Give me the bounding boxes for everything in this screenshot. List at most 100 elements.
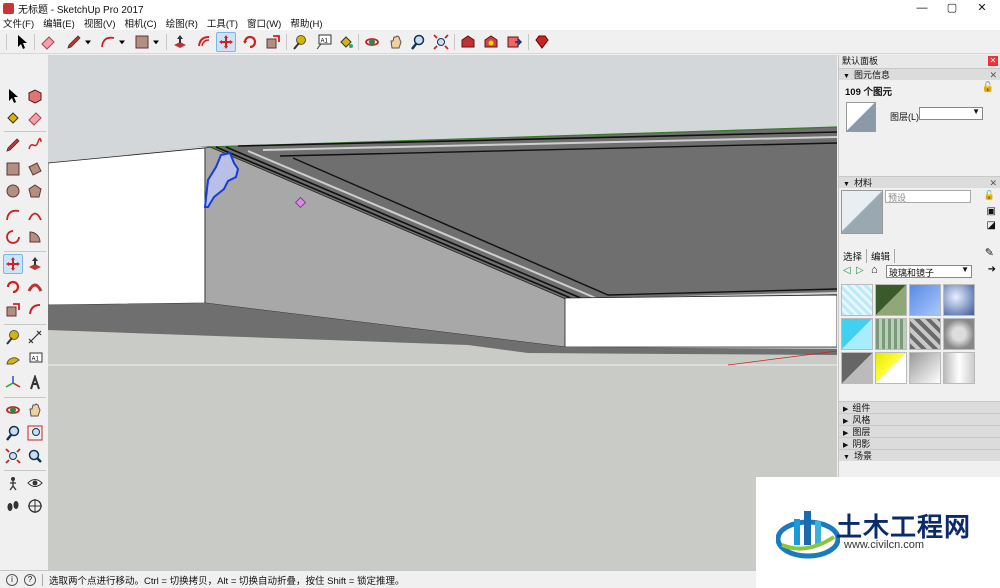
text-tool-button[interactable]: A1 [314, 32, 334, 52]
eraser-tool-button[interactable] [25, 108, 45, 128]
model-scene[interactable] [48, 55, 837, 570]
styles-header[interactable]: ▶ 风格 [839, 413, 1000, 425]
walk-tool-button[interactable] [3, 496, 23, 516]
polygon-tool-button[interactable] [25, 181, 45, 201]
axes-tool-button[interactable] [3, 373, 23, 393]
material-swatch[interactable] [841, 318, 873, 350]
select-tool-button[interactable] [3, 86, 23, 106]
maximize-button[interactable]: ▢ [935, 0, 969, 16]
menu-help[interactable]: 帮助(H) [290, 16, 322, 30]
extension-warehouse-button[interactable] [481, 32, 501, 52]
help-icon[interactable]: ? [24, 573, 36, 586]
pencil-tool-button[interactable] [64, 32, 84, 52]
minimize-button[interactable]: — [905, 0, 939, 16]
modeling-viewport[interactable] [48, 55, 837, 570]
default-material-icon[interactable]: ◪ [987, 220, 996, 231]
follow-me-button[interactable] [25, 277, 45, 297]
home-icon[interactable]: ⌂ [871, 264, 878, 276]
rotate-tool-button[interactable] [240, 32, 260, 52]
look-around-button[interactable] [25, 473, 45, 493]
material-swatch[interactable] [909, 318, 941, 350]
material-swatch[interactable] [841, 352, 873, 384]
menu-camera[interactable]: 相机(C) [124, 16, 156, 30]
2point-arc-button[interactable] [25, 205, 45, 225]
material-swatch[interactable] [875, 284, 907, 316]
circle-tool-button[interactable] [3, 181, 23, 201]
zoom-extents-button[interactable] [3, 446, 23, 466]
text-tool-button[interactable]: A1 [25, 350, 45, 370]
pie-tool-button[interactable] [25, 227, 45, 247]
details-arrow-icon[interactable]: ➜ [988, 264, 996, 275]
tape-measure-button[interactable] [290, 32, 310, 52]
menu-tools[interactable]: 工具(T) [207, 16, 238, 30]
section-plane-button[interactable] [25, 496, 45, 516]
pushpull-tool-button[interactable] [25, 254, 45, 274]
rotate-tool-button[interactable] [3, 277, 23, 297]
shadows-header[interactable]: ▶ 阴影 [839, 437, 1000, 449]
material-swatch[interactable] [943, 318, 975, 350]
pin-icon[interactable]: 🔓 [982, 82, 994, 93]
select-tool-button[interactable] [12, 32, 32, 52]
material-library-select[interactable]: 玻璃和镜子 ▼ [886, 265, 972, 278]
dimension-tool-button[interactable] [25, 327, 45, 347]
eraser-tool-button[interactable] [38, 32, 58, 52]
offset-tool-button[interactable] [25, 300, 45, 320]
material-swatch[interactable] [909, 284, 941, 316]
arc-tool-button[interactable] [3, 205, 23, 225]
tab-edit[interactable]: 编辑 [871, 249, 896, 263]
close-button[interactable]: ✕ [965, 0, 999, 16]
rectangle-tool-button[interactable] [3, 159, 23, 179]
scale-tool-button[interactable] [3, 300, 23, 320]
pushpull-tool-button[interactable] [170, 32, 190, 52]
pin-icon[interactable]: 🔓 [984, 190, 995, 201]
paint-bucket-button[interactable] [3, 108, 23, 128]
entity-info-header[interactable]: ▼ 图元信息 ✕ [839, 68, 1000, 80]
material-swatch[interactable] [909, 352, 941, 384]
material-swatch[interactable] [841, 284, 873, 316]
forward-arrow-icon[interactable]: ▷ [856, 265, 864, 276]
zoom-window-button[interactable] [25, 423, 45, 443]
move-tool-button[interactable] [216, 32, 236, 52]
shape-dropdown-button[interactable] [150, 32, 162, 52]
arc-dropdown-button[interactable] [116, 32, 128, 52]
layers-header[interactable]: ▶ 图层 [839, 425, 1000, 437]
pan-tool-button[interactable] [386, 32, 406, 52]
create-material-icon[interactable]: ▣ [987, 206, 996, 217]
previous-view-button[interactable] [25, 446, 45, 466]
material-swatch[interactable] [943, 284, 975, 316]
zoom-tool-button[interactable] [3, 423, 23, 443]
menu-file[interactable]: 文件(F) [3, 16, 34, 30]
arc-tool-button[interactable] [98, 32, 118, 52]
scale-tool-button[interactable] [263, 32, 283, 52]
3d-warehouse-button[interactable] [458, 32, 478, 52]
material-swatch[interactable] [875, 352, 907, 384]
3d-text-button[interactable] [25, 373, 45, 393]
menu-edit[interactable]: 编辑(E) [43, 16, 75, 30]
zoom-extents-button[interactable] [431, 32, 451, 52]
3point-arc-button[interactable] [3, 227, 23, 247]
shape-tool-button[interactable] [132, 32, 152, 52]
share-model-button[interactable] [504, 32, 524, 52]
ruby-console-button[interactable] [532, 32, 552, 52]
pan-tool-button[interactable] [25, 400, 45, 420]
move-tool-button[interactable] [3, 254, 23, 274]
line-tool-button[interactable] [3, 135, 23, 155]
tape-measure-button[interactable] [3, 327, 23, 347]
protractor-button[interactable] [3, 350, 23, 370]
menu-window[interactable]: 窗口(W) [247, 16, 281, 30]
make-component-button[interactable] [25, 86, 45, 106]
material-swatch[interactable] [943, 352, 975, 384]
freehand-tool-button[interactable] [25, 135, 45, 155]
back-arrow-icon[interactable]: ◁ [843, 265, 851, 276]
tray-close-icon[interactable]: ✕ [988, 56, 998, 66]
orbit-tool-button[interactable] [362, 32, 382, 52]
eyedropper-icon[interactable]: ✎ [985, 246, 994, 259]
scenes-header[interactable]: ▼ 场景 [839, 449, 1000, 461]
offset-tool-button[interactable] [194, 32, 214, 52]
components-header[interactable]: ▶ 组件 [839, 401, 1000, 413]
layer-select[interactable]: ▼ [919, 107, 983, 120]
material-swatch[interactable] [875, 318, 907, 350]
materials-header[interactable]: ▼ 材料 ✕ [839, 176, 1000, 188]
rotated-rectangle-button[interactable] [25, 159, 45, 179]
zoom-tool-button[interactable] [408, 32, 428, 52]
